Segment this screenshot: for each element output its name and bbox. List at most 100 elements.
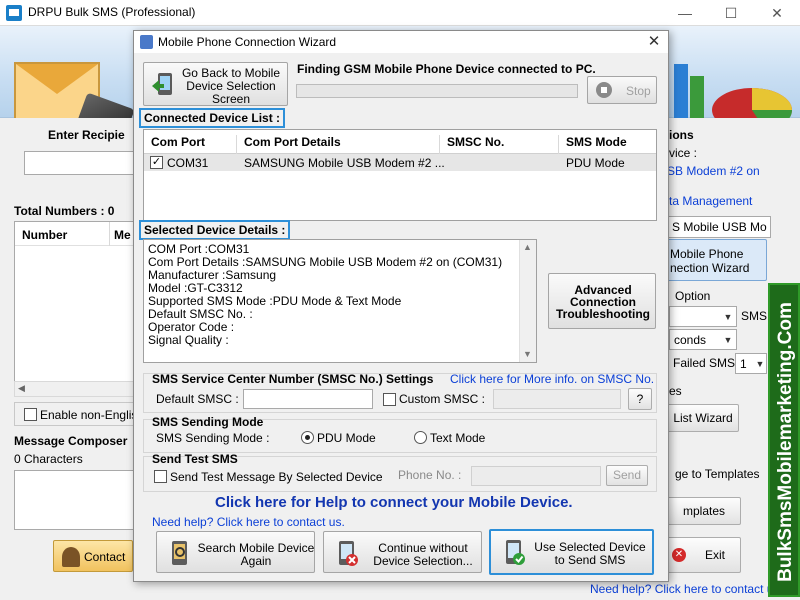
close-button[interactable]: ✕ — [754, 0, 800, 26]
stop-button[interactable]: Stop — [587, 76, 657, 104]
option-label: Option — [675, 289, 711, 303]
contact-button-label: Contact — [84, 550, 126, 564]
table-row[interactable]: ✓ COM31 SAMSUNG Mobile USB Modem #2 ... … — [144, 154, 656, 171]
failed-sms-label: Failed SMS — [673, 356, 736, 370]
chevron-down-icon: ▼ — [755, 359, 765, 369]
mobile-phone-wizard-button[interactable]: Mobile Phone nection Wizard — [667, 239, 767, 281]
go-back-label: Go Back to Mobile Device Selection Scree… — [181, 66, 281, 106]
seconds-combo-value: conds — [674, 333, 707, 347]
exit-button[interactable]: ✕ Exit — [667, 537, 741, 573]
search-progress-bar — [296, 84, 578, 98]
custom-smsc-checkbox[interactable] — [383, 393, 396, 406]
send-test-title: Send Test SMS — [152, 452, 238, 466]
connection-wizard-dialog: Mobile Phone Connection Wizard ✕ Go Back… — [133, 30, 669, 582]
recipient-input[interactable] — [24, 151, 134, 175]
dialog-close-button[interactable]: ✕ — [640, 31, 668, 53]
column-com-port-details[interactable]: Com Port Details — [244, 135, 341, 149]
scroll-left-icon[interactable]: ◀ — [18, 383, 25, 394]
detail-model: Model :GT-C3312 — [148, 281, 243, 295]
send-test-label: Send Test Message By Selected Device — [170, 470, 383, 484]
sms-label: SMS — [741, 309, 768, 323]
back-arrow-icon — [152, 73, 172, 95]
help-connect-link[interactable]: Click here for Help to connect your Mobi… — [215, 494, 573, 511]
row-sms-mode: PDU Mode — [566, 156, 625, 170]
device-details-box[interactable]: COM Port :COM31 Com Port Details :SAMSUN… — [143, 239, 537, 363]
enable-non-english-checkbox[interactable] — [24, 408, 37, 421]
message-textarea[interactable] — [14, 470, 134, 530]
data-management-link[interactable]: ta Management — [669, 194, 752, 208]
contact-button[interactable]: Contact — [53, 540, 133, 572]
phone-no-input[interactable] — [471, 466, 601, 486]
dialog-titlebar: Mobile Phone Connection Wizard ✕ — [134, 31, 668, 53]
phone-no-label: Phone No. : — [398, 468, 462, 482]
maximize-button[interactable]: ☐ — [708, 0, 754, 26]
search-again-button[interactable]: Search Mobile Device Again — [156, 531, 315, 573]
device-combo[interactable]: S Mobile USB Mo — [667, 216, 771, 238]
detail-default-smsc: Default SMSC No. : — [148, 307, 253, 321]
default-smsc-input[interactable] — [243, 389, 373, 409]
main-need-help-link[interactable]: Need help? Click here to contact us — [590, 582, 779, 596]
stop-button-label: Stop — [626, 84, 651, 98]
list-wizard-button[interactable]: List Wizard — [667, 404, 739, 432]
custom-smsc-label: Custom SMSC : — [399, 392, 486, 406]
enter-recipient-label: Enter Recipie — [48, 128, 125, 142]
pdu-mode-radio[interactable] — [301, 431, 314, 444]
scroll-down-icon[interactable]: ▼ — [523, 349, 532, 359]
wizard-button-line1: Mobile Phone — [670, 247, 744, 261]
exit-icon: ✕ — [672, 548, 686, 562]
enable-non-english-label: Enable non-Englis — [40, 408, 138, 422]
row-com-port-details: SAMSUNG Mobile USB Modem #2 ... — [244, 156, 445, 170]
detail-signal-quality: Signal Quality : — [148, 333, 229, 347]
smsc-settings-title: SMS Service Center Number (SMSC No.) Set… — [152, 372, 434, 386]
save-to-templates-label: ge to Templates — [675, 467, 760, 481]
no-device-icon — [339, 541, 358, 566]
detail-supported-mode: Supported SMS Mode :PDU Mode & Text Mode — [148, 294, 402, 308]
selected-device-details-label: Selected Device Details : — [139, 220, 291, 240]
smsc-help-button[interactable]: ? — [628, 388, 652, 410]
sending-mode-title: SMS Sending Mode — [152, 415, 264, 429]
device-modem-value: SB Modem #2 on — [667, 164, 760, 178]
scroll-up-icon[interactable]: ▲ — [523, 242, 532, 252]
minimize-button[interactable]: — — [662, 0, 708, 26]
failed-sms-combo[interactable]: 1 ▼ — [735, 353, 767, 374]
watermark-text: BulkSmsMobilemarketing.Com — [775, 302, 796, 582]
device-grid-header: Com Port Com Port Details SMSC No. SMS M… — [144, 130, 656, 159]
connected-device-list-label: Connected Device List : — [139, 108, 286, 128]
custom-smsc-input[interactable] — [493, 389, 621, 409]
text-mode-label: Text Mode — [430, 431, 486, 445]
dialog-need-help-link[interactable]: Need help? Click here to contact us. — [152, 515, 345, 529]
pdu-mode-label: PDU Mode — [317, 431, 376, 445]
column-sms-mode[interactable]: SMS Mode — [566, 135, 627, 149]
detail-com-port: COM Port :COM31 — [148, 242, 250, 256]
sms-count-combo[interactable]: ▼ — [669, 306, 737, 327]
options-label: ions — [669, 128, 694, 142]
advanced-troubleshooting-button[interactable]: Advanced Connection Troubleshooting — [548, 273, 656, 329]
dialog-title: Mobile Phone Connection Wizard — [158, 35, 337, 49]
numbers-table-hscroll[interactable]: ◀ — [14, 381, 134, 397]
failed-sms-value: 1 — [740, 357, 747, 371]
detail-operator-code: Operator Code : — [148, 320, 235, 334]
es-label: es — [669, 384, 682, 398]
text-mode-radio[interactable] — [414, 431, 427, 444]
search-again-label: Search Mobile Device Again — [197, 541, 315, 568]
numbers-table[interactable]: Number Me — [14, 221, 134, 397]
connected-device-grid[interactable]: Com Port Com Port Details SMSC No. SMS M… — [143, 129, 657, 221]
finding-device-label: Finding GSM Mobile Phone Device connecte… — [297, 62, 596, 76]
device-row-checkbox[interactable]: ✓ — [150, 156, 163, 169]
column-com-port[interactable]: Com Port — [151, 135, 205, 149]
seconds-combo[interactable]: conds ▼ — [669, 329, 737, 350]
main-titlebar: DRPU Bulk SMS (Professional) — ☐ ✕ — [0, 0, 800, 26]
send-test-button[interactable]: Send — [606, 465, 648, 486]
column-message[interactable]: Me — [114, 228, 131, 242]
advanced-troubleshooting-label: Advanced Connection Troubleshooting — [556, 283, 650, 321]
go-back-button[interactable]: Go Back to Mobile Device Selection Scree… — [143, 62, 288, 106]
templates-button[interactable]: mplates — [667, 497, 741, 525]
use-selected-device-button[interactable]: Use Selected Device to Send SMS — [489, 529, 654, 575]
smsc-info-link[interactable]: Click here for More info. on SMSC No. — [450, 372, 654, 386]
column-smsc-no[interactable]: SMSC No. — [447, 135, 504, 149]
default-smsc-label: Default SMSC : — [156, 392, 239, 406]
column-number[interactable]: Number — [22, 228, 67, 242]
send-test-checkbox[interactable] — [154, 470, 167, 483]
details-scrollbar[interactable]: ▲ ▼ — [519, 240, 536, 362]
continue-without-button[interactable]: Continue without Device Selection... — [323, 531, 482, 573]
